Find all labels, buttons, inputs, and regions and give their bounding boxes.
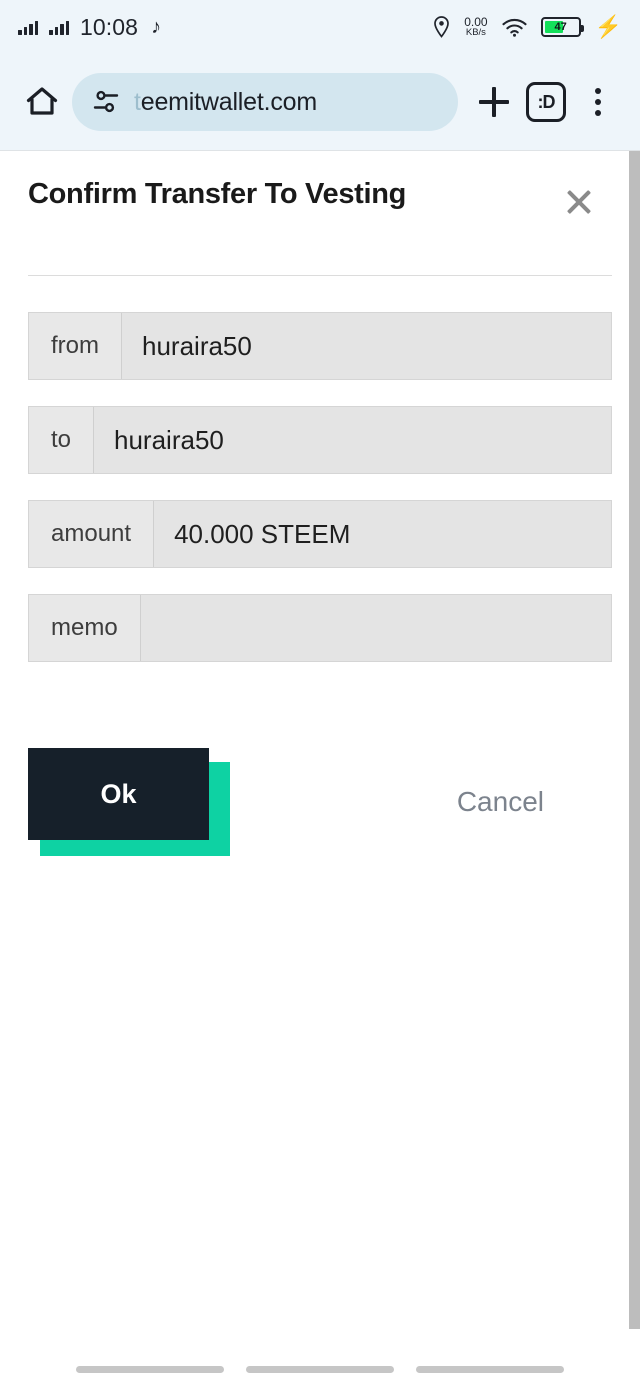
tune-icon[interactable] bbox=[92, 88, 120, 116]
music-note-icon: ♪ bbox=[151, 16, 162, 38]
field-label-memo: memo bbox=[29, 595, 141, 661]
field-value-to: huraira50 bbox=[94, 407, 611, 473]
new-tab-button[interactable] bbox=[468, 76, 520, 128]
location-pin-icon bbox=[434, 16, 450, 38]
field-amount: amount 40.000 STEEM bbox=[28, 500, 612, 568]
transfer-fields: from huraira50 to huraira50 amount 40.00… bbox=[28, 276, 612, 662]
ok-button[interactable]: Ok bbox=[28, 748, 209, 840]
dialog-header: Confirm Transfer To Vesting bbox=[28, 151, 612, 223]
dialog-title: Confirm Transfer To Vesting bbox=[28, 178, 407, 210]
tab-switcher-button[interactable]: :D bbox=[520, 76, 572, 128]
url-bar[interactable]: teemitwallet.com bbox=[72, 73, 458, 131]
field-label-amount: amount bbox=[29, 501, 155, 567]
page-scrollbar[interactable] bbox=[629, 151, 640, 1336]
kebab-menu-icon bbox=[595, 88, 601, 116]
nav-bar-right[interactable] bbox=[416, 1366, 564, 1373]
url-host: eemitwallet.com bbox=[140, 87, 317, 116]
battery-icon: 47 bbox=[540, 17, 584, 37]
field-value-from: huraira50 bbox=[122, 313, 611, 379]
page-content: Confirm Transfer To Vesting from huraira… bbox=[0, 150, 640, 1387]
cancel-button[interactable]: Cancel bbox=[457, 786, 544, 818]
wifi-icon bbox=[502, 18, 527, 37]
network-speed-unit: KB/s bbox=[465, 27, 486, 39]
browser-menu-button[interactable] bbox=[572, 76, 624, 128]
field-from: from huraira50 bbox=[28, 312, 612, 380]
field-memo: memo bbox=[28, 594, 612, 662]
field-label-to: to bbox=[29, 407, 95, 473]
ok-button-wrapper: Ok bbox=[28, 748, 230, 856]
status-bar-clock: 10:08 bbox=[80, 13, 139, 40]
status-bar: 10:08 ♪ 0.00 KB/s 47 ⚡ bbox=[0, 0, 640, 54]
status-bar-right: 0.00 KB/s 47 ⚡ bbox=[433, 16, 622, 38]
close-button[interactable] bbox=[558, 181, 600, 223]
url-scheme-dim: t bbox=[134, 87, 141, 116]
signal-bars-icon bbox=[18, 20, 38, 35]
nav-bar-left[interactable] bbox=[76, 1366, 224, 1373]
home-icon bbox=[26, 87, 58, 115]
nav-bar-center[interactable] bbox=[246, 1366, 394, 1373]
url-text: teemitwallet.com bbox=[134, 88, 317, 117]
dialog-actions: Ok Cancel bbox=[28, 688, 612, 856]
confirm-transfer-dialog: Confirm Transfer To Vesting from huraira… bbox=[0, 151, 640, 856]
home-button[interactable] bbox=[16, 76, 68, 128]
field-to: to huraira50 bbox=[28, 406, 612, 474]
system-navigation-bar bbox=[0, 1329, 640, 1387]
tab-count-icon: :D bbox=[526, 82, 566, 122]
field-value-amount: 40.000 STEEM bbox=[154, 501, 611, 567]
plus-icon bbox=[479, 87, 509, 117]
status-bar-left: 10:08 ♪ bbox=[18, 14, 161, 41]
field-value-memo bbox=[140, 595, 611, 661]
network-speed-indicator: 0.00 KB/s bbox=[464, 16, 487, 38]
battery-level-label: 47 bbox=[554, 21, 567, 33]
signal-bars-icon-2 bbox=[49, 20, 69, 35]
browser-toolbar: teemitwallet.com :D bbox=[0, 54, 640, 150]
bolt-icon: ⚡ bbox=[594, 14, 622, 39]
field-label-from: from bbox=[29, 313, 122, 379]
